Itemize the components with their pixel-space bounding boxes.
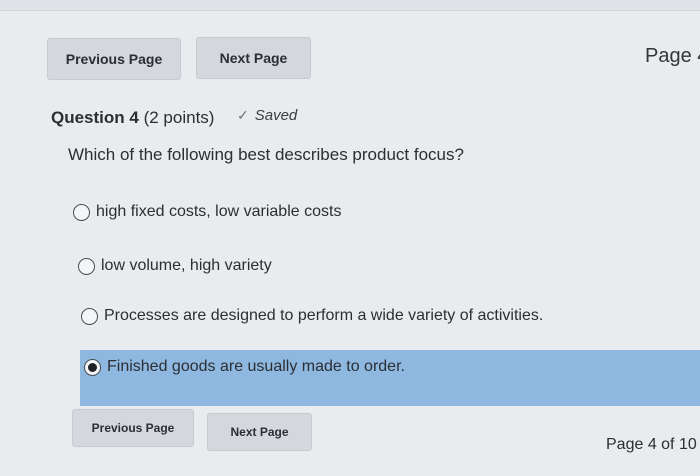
answer-label: low volume, high variety — [101, 257, 272, 274]
question-points: (2 points) — [143, 108, 215, 127]
previous-page-button-bottom[interactable]: Previous Page — [72, 409, 194, 447]
saved-label: Saved — [254, 107, 298, 124]
radio-dot-icon — [88, 362, 97, 372]
radio-button[interactable] — [78, 257, 95, 275]
next-page-button-bottom[interactable]: Next Page — [207, 413, 312, 451]
top-bar — [0, 0, 700, 11]
answer-label: Processes are designed to perform a wide… — [104, 307, 544, 324]
checkmark-icon: ✓ — [237, 107, 249, 123]
radio-button[interactable] — [81, 307, 98, 325]
answer-option-selected[interactable]: Finished goods are usually made to order… — [84, 358, 405, 376]
answer-option[interactable]: Processes are designed to perform a wide… — [81, 307, 543, 325]
question-prompt: Which of the following best describes pr… — [68, 145, 464, 164]
radio-button-selected[interactable] — [84, 358, 101, 376]
answer-label: Finished goods are usually made to order… — [107, 358, 405, 375]
answer-option[interactable]: low volume, high variety — [78, 257, 272, 275]
question-title: Question 4 — [51, 108, 139, 127]
next-page-button[interactable]: Next Page — [196, 37, 311, 79]
answer-label: high fixed costs, low variable costs — [96, 203, 342, 220]
page-count: Page 4 of 10 — [606, 436, 697, 453]
question-header: Question 4 (2 points) — [51, 108, 214, 128]
radio-button[interactable] — [73, 203, 90, 221]
answer-option[interactable]: high fixed costs, low variable costs — [73, 203, 341, 221]
saved-status: ✓ Saved — [237, 107, 297, 124]
page-indicator: Page 4 — [645, 45, 700, 67]
previous-page-button[interactable]: Previous Page — [47, 38, 181, 80]
